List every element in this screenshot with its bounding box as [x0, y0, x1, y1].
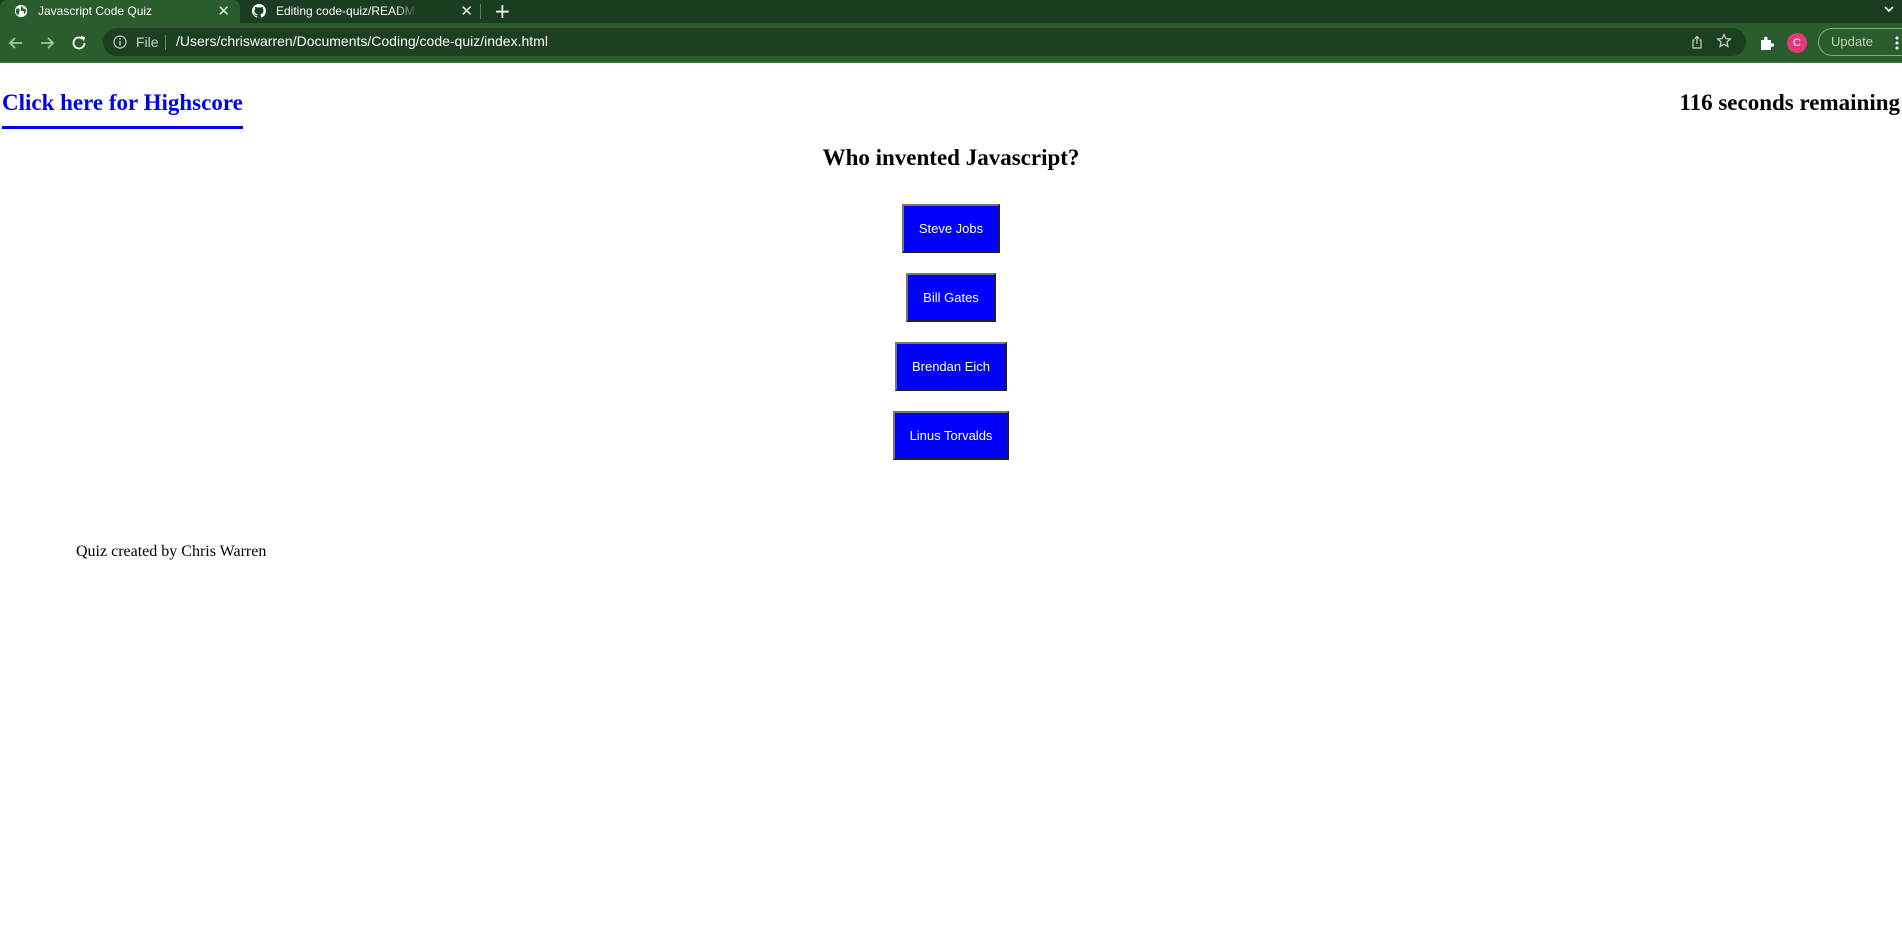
tab-search-chevron-icon[interactable]: [1882, 2, 1896, 16]
answer-list: Steve Jobs Bill Gates Brendan Eich Linus…: [0, 204, 1902, 480]
tab-title: Javascript Code Quiz: [38, 4, 153, 18]
answer-row: Bill Gates: [0, 273, 1902, 342]
answer-row: Linus Torvalds: [0, 411, 1902, 480]
info-icon[interactable]: [113, 35, 127, 49]
update-button[interactable]: Update: [1818, 28, 1902, 56]
answer-button-steve-jobs[interactable]: Steve Jobs: [901, 204, 1001, 253]
tab-separator: [480, 4, 481, 19]
timer-text: 116 seconds remaining: [1679, 90, 1900, 115]
tab-javascript-code-quiz[interactable]: Javascript Code Quiz ✕: [0, 0, 240, 23]
tab-strip: Javascript Code Quiz ✕ Editing code-quiz…: [0, 0, 1902, 23]
tab-close-icon[interactable]: ✕: [217, 2, 230, 20]
answer-button-linus-torvalds[interactable]: Linus Torvalds: [892, 411, 1010, 460]
profile-avatar[interactable]: C: [1787, 33, 1807, 53]
more-menu-icon[interactable]: [1895, 36, 1899, 50]
url-scheme-label: File: [136, 34, 159, 50]
github-icon: [252, 4, 266, 18]
bookmark-star-icon[interactable]: [1716, 33, 1732, 49]
answer-row: Steve Jobs: [0, 204, 1902, 273]
answer-button-brendan-eich[interactable]: Brendan Eich: [894, 342, 1008, 391]
address-bar[interactable]: File /Users/chriswarren/Documents/Coding…: [103, 28, 1746, 56]
reload-icon[interactable]: [69, 33, 89, 53]
question-heading: Who invented Javascript?: [822, 145, 1080, 170]
browser-toolbar: File /Users/chriswarren/Documents/Coding…: [0, 23, 1902, 63]
url-text[interactable]: /Users/chriswarren/Documents/Coding/code…: [176, 33, 548, 49]
answer-row: Brendan Eich: [0, 342, 1902, 411]
share-icon[interactable]: [1690, 35, 1704, 49]
extensions-puzzle-icon[interactable]: [1758, 34, 1776, 52]
tab-title: Editing code-quiz/README.md: [276, 4, 416, 18]
footer-credit: Quiz created by Chris Warren: [76, 543, 267, 560]
omnibox-divider: [165, 35, 166, 50]
highscore-link[interactable]: Click here for Highscore: [2, 90, 243, 129]
forward-arrow-icon[interactable]: [37, 33, 57, 53]
answer-button-bill-gates[interactable]: Bill Gates: [906, 273, 996, 322]
new-tab-plus-icon[interactable]: +: [494, 0, 511, 23]
globe-icon: [14, 4, 28, 18]
back-arrow-icon[interactable]: [6, 33, 26, 53]
tab-editing-readme[interactable]: Editing code-quiz/README.md ✕: [243, 0, 479, 23]
tab-close-icon[interactable]: ✕: [460, 2, 473, 20]
